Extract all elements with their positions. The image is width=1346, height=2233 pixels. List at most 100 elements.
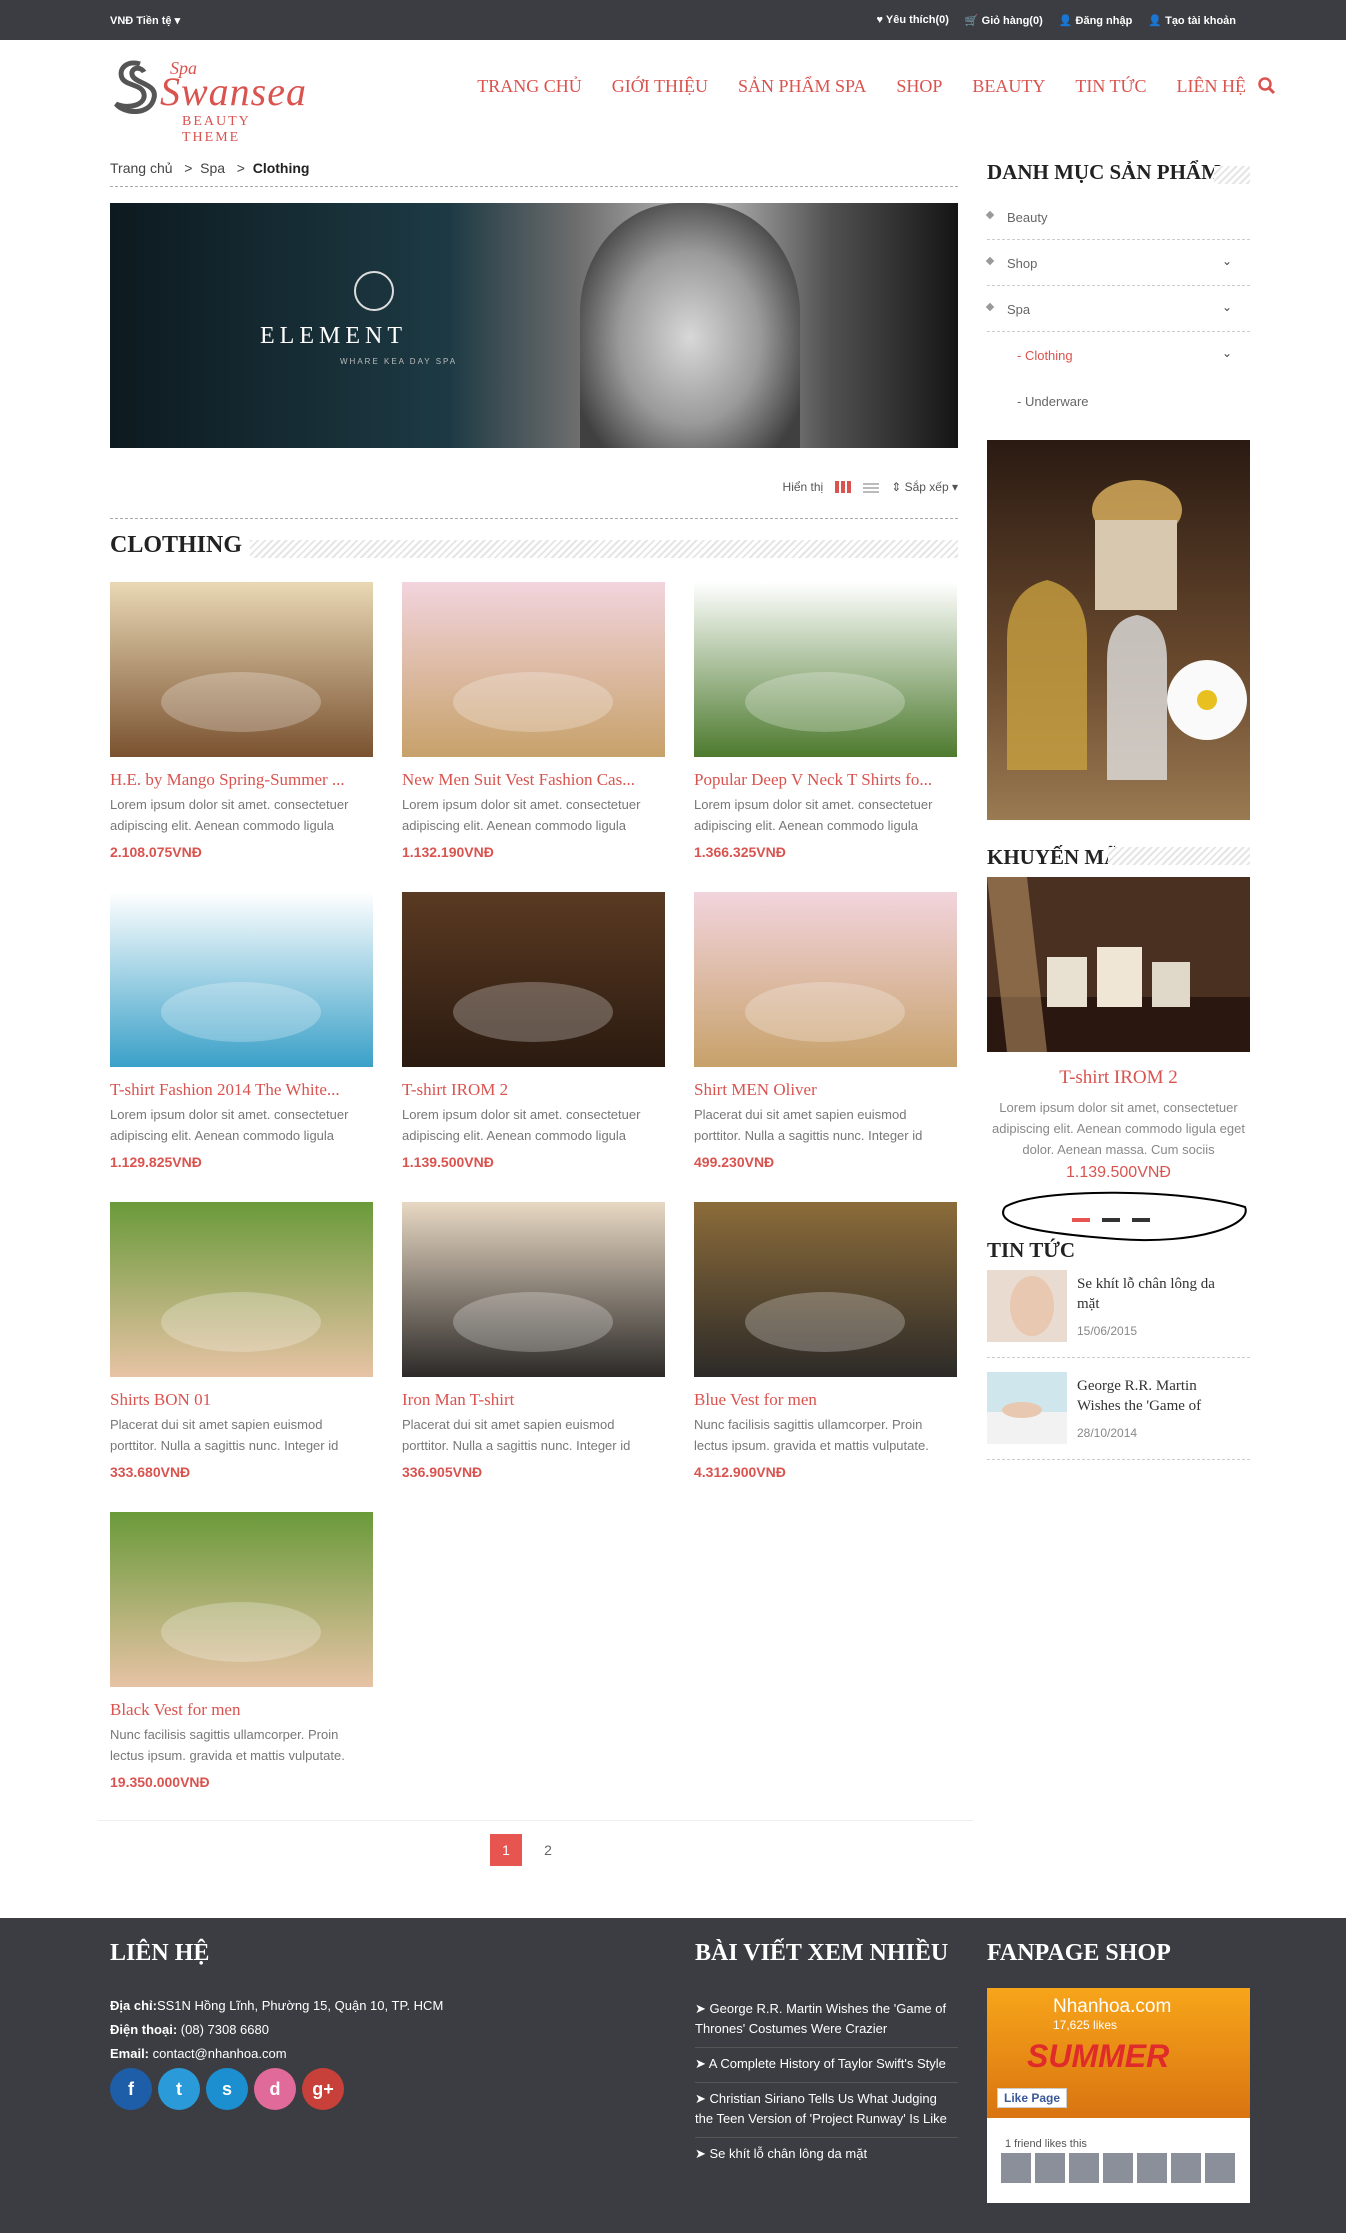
chevron-down-icon[interactable]: ⌄ (1222, 346, 1232, 360)
page-2[interactable]: 2 (532, 1834, 564, 1866)
dribbble-icon[interactable]: d (254, 2068, 296, 2110)
category-label: Beauty (1007, 210, 1048, 225)
page-1[interactable]: 1 (490, 1834, 522, 1866)
product-image[interactable] (694, 892, 957, 1067)
news-item[interactable]: George R.R. Martin Wishes the 'Game of 2… (987, 1372, 1250, 1460)
sort-dropdown[interactable]: ⇕ Sắp xếp ▾ (891, 480, 958, 494)
wishlist-link[interactable]: ♥ Yêu thích(0) (877, 14, 949, 27)
promo-name[interactable]: T-shirt IROM 2 (987, 1067, 1250, 1089)
currency-selector[interactable]: VNĐ Tiền tệ ▾ (110, 14, 180, 27)
post-title[interactable]: Se khít lỗ chân lông da mặt (710, 2146, 868, 2161)
google-plus-icon[interactable]: g+ (302, 2068, 344, 2110)
product-card[interactable]: Blue Vest for men Nunc facilisis sagittis… (694, 1202, 957, 1482)
fanpage-name[interactable]: Nhanhoa.com (1053, 1996, 1171, 2018)
nav-shop[interactable]: SHOP (896, 76, 942, 97)
category-spa[interactable]: Spa ⌄ (985, 286, 1250, 332)
product-card[interactable]: Popular Deep V Neck T Shirts fo... Lorem … (694, 582, 957, 862)
post-link[interactable]: ➤ Christian Siriano Tells Us What Judgin… (695, 2083, 958, 2138)
carousel-dot[interactable] (1132, 1218, 1150, 1222)
product-name[interactable]: T-shirt Fashion 2014 The White... (110, 1080, 373, 1100)
promo-product[interactable]: T-shirt IROM 2 Lorem ipsum dolor sit ame… (987, 877, 1250, 1182)
product-card[interactable]: New Men Suit Vest Fashion Cas... Lorem ip… (402, 582, 665, 862)
news-title-text[interactable]: George R.R. Martin Wishes the 'Game of (1077, 1376, 1237, 1416)
product-image[interactable] (694, 1202, 957, 1377)
product-card[interactable]: Black Vest for men Nunc facilisis sagitti… (110, 1512, 373, 1792)
login-link[interactable]: 👤 Đăng nhập (1059, 14, 1133, 27)
chevron-down-icon[interactable]: ⌄ (1222, 254, 1232, 268)
facebook-fanpage-widget[interactable]: Nhanhoa.com 17,625 likes SUMMER Like Pag… (987, 1988, 1250, 2203)
product-image[interactable] (110, 582, 373, 757)
post-title[interactable]: A Complete History of Taylor Swift's Sty… (709, 2056, 946, 2071)
post-title[interactable]: Christian Siriano Tells Us What Judging … (695, 2091, 947, 2126)
product-image[interactable] (402, 892, 665, 1067)
product-image[interactable] (402, 582, 665, 757)
category-clothing[interactable]: - Clothing ⌄ (987, 332, 1250, 378)
sidebar-banner[interactable] (987, 440, 1250, 820)
product-name[interactable]: T-shirt IROM 2 (402, 1080, 665, 1100)
product-name[interactable]: Black Vest for men (110, 1700, 373, 1720)
breadcrumb-spa[interactable]: Spa (200, 160, 225, 176)
product-name[interactable]: Popular Deep V Neck T Shirts fo... (694, 770, 957, 790)
like-page-button[interactable]: Like Page (997, 2088, 1068, 2108)
twitter-icon[interactable]: t (158, 2068, 200, 2110)
skype-icon[interactable]: s (206, 2068, 248, 2110)
nav-home[interactable]: TRANG CHỦ (477, 76, 582, 97)
product-image[interactable] (694, 582, 957, 757)
logo[interactable]: Spa Swansea BEAUTY THEME (110, 54, 306, 145)
product-name[interactable]: New Men Suit Vest Fashion Cas... (402, 770, 665, 790)
diamond-icon (985, 210, 995, 220)
search-icon[interactable] (1258, 76, 1276, 96)
list-view-icon[interactable] (863, 481, 880, 493)
nav-beauty[interactable]: BEAUTY (972, 76, 1045, 97)
product-image[interactable] (110, 1202, 373, 1377)
breadcrumb-home[interactable]: Trang chủ (110, 160, 173, 176)
product-card[interactable]: Iron Man T-shirt Placerat dui sit amet sa… (402, 1202, 665, 1482)
category-shop[interactable]: Shop ⌄ (985, 240, 1250, 286)
avatar[interactable] (1001, 2153, 1031, 2183)
product-desc: Placerat dui sit amet sapien euismod por… (694, 1107, 923, 1143)
grid-view-icon[interactable] (835, 481, 852, 493)
banner-photo (580, 203, 800, 448)
post-link[interactable]: ➤ Se khít lỗ chân lông da mặt (695, 2138, 958, 2172)
avatar[interactable] (1035, 2153, 1065, 2183)
product-price: 336.905VNĐ (402, 1464, 483, 1480)
product-card[interactable]: Shirt MEN Oliver Placerat dui sit amet sa… (694, 892, 957, 1172)
cart-link[interactable]: 🛒 Giỏ hàng(0) (965, 14, 1043, 27)
nav-contact[interactable]: LIÊN HỆ (1177, 76, 1246, 97)
product-name[interactable]: Blue Vest for men (694, 1390, 957, 1410)
post-link[interactable]: ➤ George R.R. Martin Wishes the 'Game of… (695, 1993, 958, 2048)
product-name[interactable]: Iron Man T-shirt (402, 1390, 665, 1410)
product-card[interactable]: T-shirt Fashion 2014 The White... Lorem i… (110, 892, 373, 1172)
category-beauty[interactable]: Beauty (985, 194, 1250, 240)
carousel-dot[interactable] (1102, 1218, 1120, 1222)
product-card[interactable]: Shirts BON 01 Placerat dui sit amet sapie… (110, 1202, 373, 1482)
nav-news[interactable]: TIN TỨC (1075, 76, 1146, 97)
product-name[interactable]: H.E. by Mango Spring-Summer ... (110, 770, 373, 790)
nav-spa-products[interactable]: SẢN PHẨM SPA (738, 76, 866, 97)
avatar[interactable] (1171, 2153, 1201, 2183)
avatar[interactable] (1069, 2153, 1099, 2183)
product-card[interactable]: H.E. by Mango Spring-Summer ... Lorem ips… (110, 582, 373, 862)
product-name[interactable]: Shirts BON 01 (110, 1390, 373, 1410)
product-name[interactable]: Shirt MEN Oliver (694, 1080, 957, 1100)
chevron-down-icon[interactable]: ⌄ (1222, 300, 1232, 314)
email-value[interactable]: contact@nhanhoa.com (153, 2046, 287, 2061)
news-item[interactable]: Se khít lỗ chân lông da mặt 15/06/2015 (987, 1270, 1250, 1358)
category-underware[interactable]: - Underware (987, 378, 1250, 424)
avatar[interactable] (1205, 2153, 1235, 2183)
news-title-text[interactable]: Se khít lỗ chân lông da mặt (1077, 1274, 1237, 1314)
logo-name: Swansea (160, 69, 307, 114)
post-link[interactable]: ➤ A Complete History of Taylor Swift's S… (695, 2048, 958, 2083)
top-bar: VNĐ Tiền tệ ▾ ♥ Yêu thích(0) 🛒 Giỏ hàng(… (0, 0, 1346, 40)
register-link[interactable]: 👤 Tạo tài khoản (1148, 14, 1236, 27)
post-title[interactable]: George R.R. Martin Wishes the 'Game of T… (695, 2001, 946, 2036)
product-image[interactable] (110, 1512, 373, 1687)
product-card[interactable]: T-shirt IROM 2 Lorem ipsum dolor sit amet… (402, 892, 665, 1172)
product-image[interactable] (110, 892, 373, 1067)
avatar[interactable] (1137, 2153, 1167, 2183)
product-image[interactable] (402, 1202, 665, 1377)
carousel-dot[interactable] (1072, 1218, 1090, 1222)
nav-about[interactable]: GIỚI THIỆU (612, 76, 708, 97)
facebook-icon[interactable]: f (110, 2068, 152, 2110)
avatar[interactable] (1103, 2153, 1133, 2183)
